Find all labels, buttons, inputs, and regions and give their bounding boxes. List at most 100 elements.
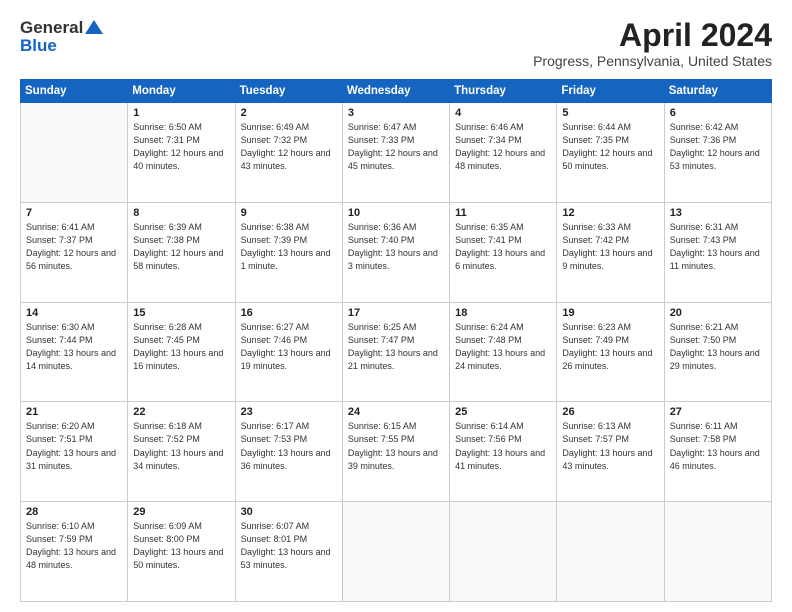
table-row: 28Sunrise: 6:10 AMSunset: 7:59 PMDayligh…	[21, 502, 128, 602]
day-detail: Sunrise: 6:20 AMSunset: 7:51 PMDaylight:…	[26, 420, 122, 472]
title-location: Progress, Pennsylvania, United States	[533, 53, 772, 69]
table-row	[664, 502, 771, 602]
day-number: 3	[348, 107, 444, 119]
table-row: 8 Sunrise: 6:39 AMSunset: 7:38 PMDaylight…	[128, 202, 235, 302]
day-number: 20	[670, 307, 766, 319]
day-detail: Sunrise: 6:11 AMSunset: 7:58 PMDaylight:…	[670, 420, 766, 472]
day-detail: Sunrise: 6:25 AMSunset: 7:47 PMDaylight:…	[348, 321, 444, 373]
table-row: 6 Sunrise: 6:42 AMSunset: 7:36 PMDaylight…	[664, 103, 771, 203]
day-number: 27	[670, 406, 766, 418]
header-sunday: Sunday	[21, 80, 128, 103]
day-detail: Sunrise: 6:24 AMSunset: 7:48 PMDaylight:…	[455, 321, 551, 373]
table-row: 22 Sunrise: 6:18 AMSunset: 7:52 PMDayligh…	[128, 402, 235, 502]
day-detail: Sunrise: 6:41 AMSunset: 7:37 PMDaylight:…	[26, 221, 122, 273]
calendar-header-row: Sunday Monday Tuesday Wednesday Thursday…	[21, 80, 772, 103]
table-row: 15 Sunrise: 6:28 AMSunset: 7:45 PMDayligh…	[128, 302, 235, 402]
logo-general: General	[20, 18, 83, 38]
table-row: 9Sunrise: 6:38 AMSunset: 7:39 PMDaylight…	[235, 202, 342, 302]
day-detail: Sunrise: 6:47 AMSunset: 7:33 PMDaylight:…	[348, 121, 444, 173]
table-row: 1 Sunrise: 6:50 AMSunset: 7:31 PMDaylight…	[128, 103, 235, 203]
table-row: 25 Sunrise: 6:14 AMSunset: 7:56 PMDayligh…	[450, 402, 557, 502]
day-detail: Sunrise: 6:33 AMSunset: 7:42 PMDaylight:…	[562, 221, 658, 273]
day-detail: Sunrise: 6:21 AMSunset: 7:50 PMDaylight:…	[670, 321, 766, 373]
day-detail: Sunrise: 6:42 AMSunset: 7:36 PMDaylight:…	[670, 121, 766, 173]
table-row: 29Sunrise: 6:09 AMSunset: 8:00 PMDayligh…	[128, 502, 235, 602]
logo-blue: Blue	[20, 36, 57, 56]
day-number: 25	[455, 406, 551, 418]
day-number: 5	[562, 107, 658, 119]
day-detail: Sunrise: 6:14 AMSunset: 7:56 PMDaylight:…	[455, 420, 551, 472]
day-detail: Sunrise: 6:39 AMSunset: 7:38 PMDaylight:…	[133, 221, 229, 273]
table-row: 19 Sunrise: 6:23 AMSunset: 7:49 PMDayligh…	[557, 302, 664, 402]
table-row: 3 Sunrise: 6:47 AMSunset: 7:33 PMDaylight…	[342, 103, 449, 203]
table-row: 10Sunrise: 6:36 AMSunset: 7:40 PMDayligh…	[342, 202, 449, 302]
table-row: 16 Sunrise: 6:27 AMSunset: 7:46 PMDayligh…	[235, 302, 342, 402]
table-row: 30Sunrise: 6:07 AMSunset: 8:01 PMDayligh…	[235, 502, 342, 602]
day-number: 22	[133, 406, 229, 418]
table-row: 14Sunrise: 6:30 AMSunset: 7:44 PMDayligh…	[21, 302, 128, 402]
day-detail: Sunrise: 6:07 AMSunset: 8:01 PMDaylight:…	[241, 520, 337, 572]
calendar-week-row: 14Sunrise: 6:30 AMSunset: 7:44 PMDayligh…	[21, 302, 772, 402]
calendar-week-row: 1 Sunrise: 6:50 AMSunset: 7:31 PMDaylight…	[21, 103, 772, 203]
table-row: 12 Sunrise: 6:33 AMSunset: 7:42 PMDayligh…	[557, 202, 664, 302]
table-row	[342, 502, 449, 602]
table-row: 18Sunrise: 6:24 AMSunset: 7:48 PMDayligh…	[450, 302, 557, 402]
day-number: 6	[670, 107, 766, 119]
day-detail: Sunrise: 6:30 AMSunset: 7:44 PMDaylight:…	[26, 321, 122, 373]
day-number: 19	[562, 307, 658, 319]
day-detail: Sunrise: 6:28 AMSunset: 7:45 PMDaylight:…	[133, 321, 229, 373]
table-row: 21Sunrise: 6:20 AMSunset: 7:51 PMDayligh…	[21, 402, 128, 502]
day-number: 12	[562, 207, 658, 219]
day-detail: Sunrise: 6:27 AMSunset: 7:46 PMDaylight:…	[241, 321, 337, 373]
day-number: 24	[348, 406, 444, 418]
table-row: 11 Sunrise: 6:35 AMSunset: 7:41 PMDayligh…	[450, 202, 557, 302]
day-detail: Sunrise: 6:15 AMSunset: 7:55 PMDaylight:…	[348, 420, 444, 472]
table-row: 26Sunrise: 6:13 AMSunset: 7:57 PMDayligh…	[557, 402, 664, 502]
table-row: 23 Sunrise: 6:17 AMSunset: 7:53 PMDayligh…	[235, 402, 342, 502]
day-number: 26	[562, 406, 658, 418]
day-number: 11	[455, 207, 551, 219]
header-thursday: Thursday	[450, 80, 557, 103]
day-detail: Sunrise: 6:50 AMSunset: 7:31 PMDaylight:…	[133, 121, 229, 173]
day-number: 17	[348, 307, 444, 319]
day-detail: Sunrise: 6:17 AMSunset: 7:53 PMDaylight:…	[241, 420, 337, 472]
day-number: 13	[670, 207, 766, 219]
day-detail: Sunrise: 6:09 AMSunset: 8:00 PMDaylight:…	[133, 520, 229, 572]
table-row: 27 Sunrise: 6:11 AMSunset: 7:58 PMDayligh…	[664, 402, 771, 502]
title-block: April 2024 Progress, Pennsylvania, Unite…	[533, 18, 772, 69]
day-number: 1	[133, 107, 229, 119]
header-tuesday: Tuesday	[235, 80, 342, 103]
page: General Blue April 2024 Progress, Pennsy…	[0, 0, 792, 612]
day-detail: Sunrise: 6:18 AMSunset: 7:52 PMDaylight:…	[133, 420, 229, 472]
calendar-table: Sunday Monday Tuesday Wednesday Thursday…	[20, 79, 772, 602]
day-detail: Sunrise: 6:31 AMSunset: 7:43 PMDaylight:…	[670, 221, 766, 273]
table-row: 5 Sunrise: 6:44 AMSunset: 7:35 PMDaylight…	[557, 103, 664, 203]
table-row: 24 Sunrise: 6:15 AMSunset: 7:55 PMDayligh…	[342, 402, 449, 502]
day-detail: Sunrise: 6:23 AMSunset: 7:49 PMDaylight:…	[562, 321, 658, 373]
table-row: 4Sunrise: 6:46 AMSunset: 7:34 PMDaylight…	[450, 103, 557, 203]
table-row	[450, 502, 557, 602]
day-number: 16	[241, 307, 337, 319]
day-number: 7	[26, 207, 122, 219]
day-number: 15	[133, 307, 229, 319]
header-wednesday: Wednesday	[342, 80, 449, 103]
day-number: 10	[348, 207, 444, 219]
table-row: 20 Sunrise: 6:21 AMSunset: 7:50 PMDayligh…	[664, 302, 771, 402]
calendar-week-row: 7 Sunrise: 6:41 AMSunset: 7:37 PMDaylight…	[21, 202, 772, 302]
table-row: 13 Sunrise: 6:31 AMSunset: 7:43 PMDayligh…	[664, 202, 771, 302]
calendar-week-row: 28Sunrise: 6:10 AMSunset: 7:59 PMDayligh…	[21, 502, 772, 602]
table-row: 7 Sunrise: 6:41 AMSunset: 7:37 PMDaylight…	[21, 202, 128, 302]
logo-triangle-icon	[85, 20, 103, 34]
day-number: 2	[241, 107, 337, 119]
header: General Blue April 2024 Progress, Pennsy…	[20, 18, 772, 69]
day-number: 23	[241, 406, 337, 418]
day-detail: Sunrise: 6:35 AMSunset: 7:41 PMDaylight:…	[455, 221, 551, 273]
day-detail: Sunrise: 6:10 AMSunset: 7:59 PMDaylight:…	[26, 520, 122, 572]
day-detail: Sunrise: 6:44 AMSunset: 7:35 PMDaylight:…	[562, 121, 658, 173]
day-number: 8	[133, 207, 229, 219]
day-detail: Sunrise: 6:49 AMSunset: 7:32 PMDaylight:…	[241, 121, 337, 173]
table-row: 17 Sunrise: 6:25 AMSunset: 7:47 PMDayligh…	[342, 302, 449, 402]
header-friday: Friday	[557, 80, 664, 103]
day-detail: Sunrise: 6:38 AMSunset: 7:39 PMDaylight:…	[241, 221, 337, 273]
table-row	[21, 103, 128, 203]
